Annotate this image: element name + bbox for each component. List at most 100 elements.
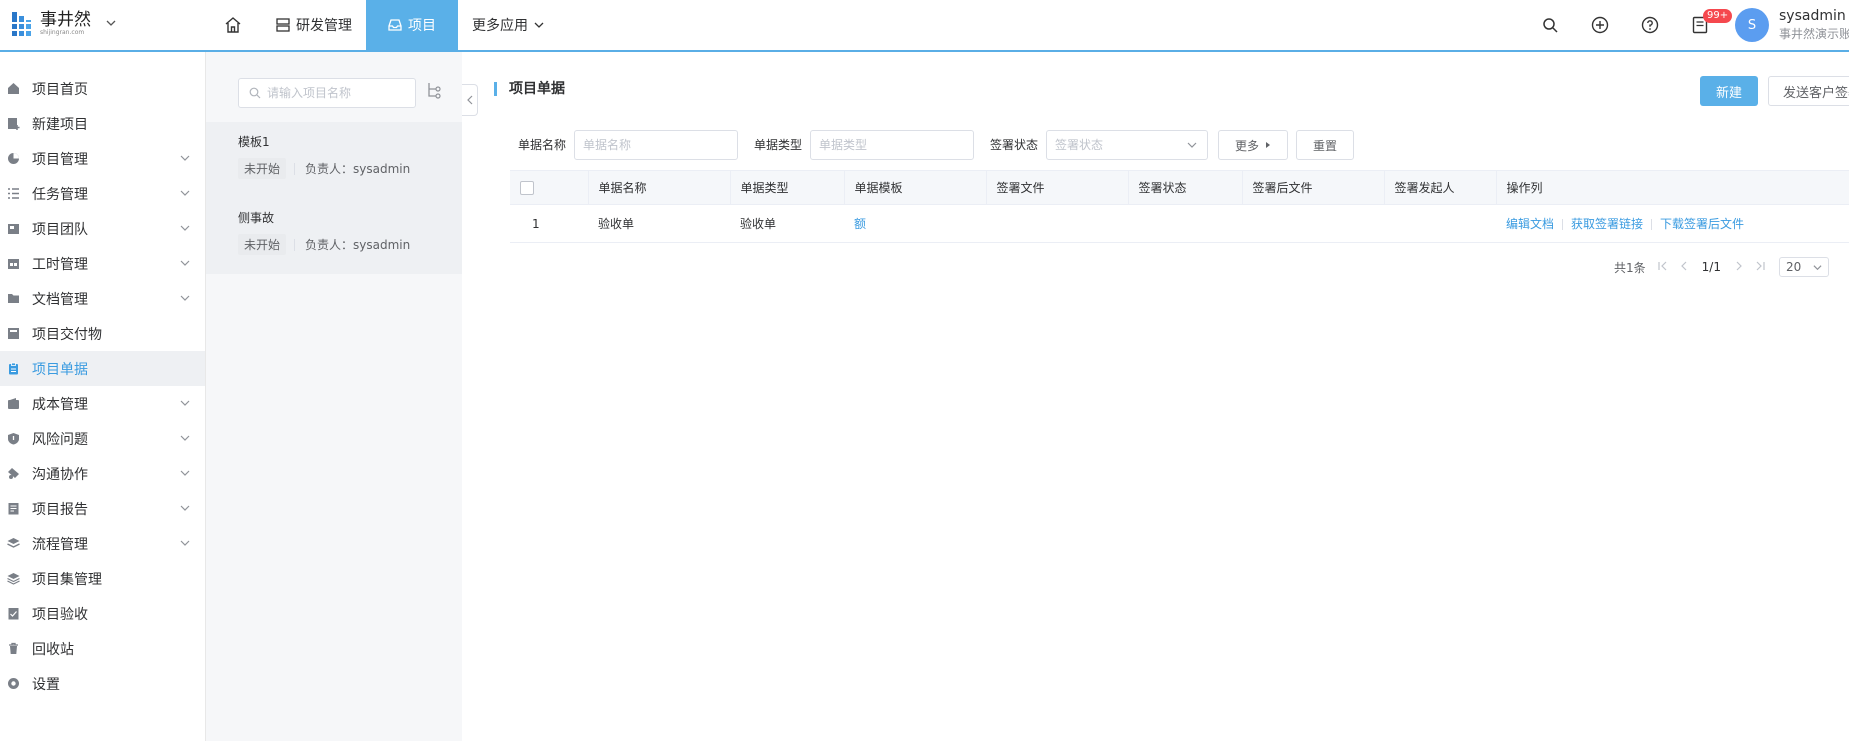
- filter-status-placeholder: 签署状态: [1055, 138, 1104, 152]
- notifications-button[interactable]: 99+: [1675, 0, 1733, 50]
- sidebar-item-label: 项目验收: [32, 606, 88, 623]
- filter-name-input[interactable]: [574, 130, 738, 160]
- help-button[interactable]: [1625, 0, 1675, 50]
- sidebar-item-label: 项目管理: [32, 151, 88, 168]
- user-menu[interactable]: sysadmin 事井然演示账户: [1779, 7, 1849, 43]
- sidebar-item-task-management[interactable]: 任务管理: [0, 176, 205, 211]
- chevron-down-icon: [180, 260, 190, 266]
- sidebar-item-acceptance[interactable]: 项目验收: [0, 596, 205, 631]
- nav-rd-label: 研发管理: [296, 18, 352, 34]
- more-filters-button[interactable]: 更多: [1218, 130, 1288, 160]
- sidebar-item-deliverables[interactable]: 项目交付物: [0, 316, 205, 351]
- nav-rd-management[interactable]: 研发管理: [262, 0, 366, 50]
- prev-page-icon[interactable]: [1680, 260, 1688, 274]
- next-page-icon[interactable]: [1735, 260, 1743, 274]
- sidebar-item-timesheet[interactable]: 工时管理: [0, 246, 205, 281]
- chevron-down-icon: [180, 225, 190, 231]
- chevron-down-icon[interactable]: [105, 17, 117, 32]
- inbox-icon: [388, 19, 402, 31]
- sidebar-item-communication[interactable]: 沟通协作: [0, 456, 205, 491]
- nav-project-label: 项目: [408, 18, 436, 34]
- sidebar-item-project-home[interactable]: 项目首页: [0, 71, 205, 106]
- brand-sub: shijingran.com: [40, 29, 85, 36]
- select-all-checkbox[interactable]: [520, 180, 534, 195]
- sidebar: 项目首页 新建项目 项目管理 任务管理 项目团队 工时管理 文档管理 项目交付物…: [0, 52, 206, 741]
- page-size-select[interactable]: 20: [1778, 257, 1829, 277]
- sidebar-item-project-team[interactable]: 项目团队: [0, 211, 205, 246]
- project-owner: 负责人：sysadmin: [305, 162, 411, 176]
- search-button[interactable]: [1525, 0, 1575, 50]
- folder-icon: [6, 292, 20, 306]
- nav-project[interactable]: 项目: [366, 0, 458, 50]
- status-badge: 未开始: [238, 158, 287, 179]
- new-button[interactable]: 新建: [1700, 76, 1758, 106]
- column-header[interactable]: 签署状态: [1128, 170, 1243, 205]
- column-header[interactable]: 签署文件: [986, 170, 1129, 205]
- sidebar-item-project-report[interactable]: 项目报告: [0, 491, 205, 526]
- nav-more-apps[interactable]: 更多应用: [458, 0, 558, 50]
- send-customer-sign-button[interactable]: 发送客户签署: [1768, 76, 1849, 106]
- sidebar-item-program-management[interactable]: 项目集管理: [0, 561, 205, 596]
- project-card[interactable]: 模板1 未开始 负责人：sysadmin: [206, 122, 462, 198]
- first-page-icon[interactable]: [1658, 260, 1668, 274]
- reset-button[interactable]: 重置: [1296, 130, 1354, 160]
- sidebar-item-risk-issues[interactable]: 风险问题: [0, 421, 205, 456]
- add-button[interactable]: [1575, 0, 1625, 50]
- column-header[interactable]: 单据名称: [588, 170, 731, 205]
- handshake-icon: [6, 467, 20, 481]
- check-doc-icon: [6, 607, 20, 621]
- last-page-icon[interactable]: [1755, 260, 1765, 274]
- filter-status-select[interactable]: 签署状态: [1046, 130, 1208, 160]
- home-icon: [225, 17, 241, 33]
- brand-logo[interactable]: 事井然 shijingran.com: [12, 10, 117, 38]
- home-icon: [6, 82, 20, 96]
- collapse-panel-button[interactable]: [462, 84, 478, 116]
- edit-document-link[interactable]: 编辑文档: [1506, 217, 1554, 231]
- sidebar-item-label: 新建项目: [32, 116, 88, 133]
- sidebar-item-label: 沟通协作: [32, 466, 88, 483]
- column-header[interactable]: 单据模板: [844, 170, 987, 205]
- tree-view-button[interactable]: [426, 82, 442, 104]
- pagination: 共1条 1/1 20: [1614, 256, 1829, 278]
- project-search-input[interactable]: [267, 86, 407, 100]
- help-icon: [1641, 16, 1659, 34]
- sidebar-item-document-management[interactable]: 文档管理: [0, 281, 205, 316]
- sidebar-item-label: 项目首页: [32, 81, 88, 98]
- table-header-row: 单据名称 单据类型 单据模板 签署文件 签署状态 签署后文件 签署发起人 操作列: [510, 170, 1849, 205]
- server-icon: [276, 18, 290, 32]
- sidebar-item-recycle-bin[interactable]: 回收站: [0, 631, 205, 666]
- filter-status-label: 签署状态: [990, 138, 1039, 152]
- sidebar-item-label: 项目交付物: [32, 326, 102, 343]
- sidebar-item-label: 成本管理: [32, 396, 88, 413]
- sidebar-item-label: 回收站: [32, 641, 74, 658]
- sidebar-item-label: 任务管理: [32, 186, 88, 203]
- sidebar-item-cost-management[interactable]: 成本管理: [0, 386, 205, 421]
- table-row[interactable]: 1 验收单 验收单 额 编辑文档 获取签署链接 下载签署后文件: [510, 204, 1849, 243]
- filter-type-input[interactable]: [810, 130, 974, 160]
- user-name: sysadmin: [1779, 8, 1846, 24]
- avatar[interactable]: S: [1735, 8, 1769, 42]
- column-header[interactable]: 单据类型: [730, 170, 845, 205]
- sidebar-item-label: 流程管理: [32, 536, 88, 553]
- sidebar-item-project-management[interactable]: 项目管理: [0, 141, 205, 176]
- nav-home[interactable]: [210, 0, 262, 50]
- column-header[interactable]: 操作列: [1496, 170, 1849, 205]
- brand-name: 事井然: [40, 10, 91, 30]
- select-all-cell[interactable]: [510, 170, 589, 205]
- get-sign-link[interactable]: 获取签署链接: [1571, 217, 1643, 231]
- column-header[interactable]: 签署后文件: [1242, 170, 1385, 205]
- sidebar-item-settings[interactable]: 设置: [0, 666, 205, 701]
- sidebar-item-new-project[interactable]: 新建项目: [0, 106, 205, 141]
- template-link[interactable]: 额: [854, 217, 866, 231]
- download-signed-file-link[interactable]: 下载签署后文件: [1660, 217, 1744, 231]
- sidebar-item-workflow[interactable]: 流程管理: [0, 526, 205, 561]
- column-header[interactable]: 签署发起人: [1384, 170, 1497, 205]
- filter-type-label: 单据类型: [754, 138, 803, 152]
- status-badge: 未开始: [238, 234, 287, 255]
- search-icon: [1543, 18, 1558, 33]
- project-card[interactable]: 侧事故 未开始 负责人：sysadmin: [206, 198, 462, 274]
- sidebar-item-project-documents[interactable]: 项目单据: [0, 351, 205, 386]
- project-search[interactable]: [238, 78, 416, 108]
- pager-current: 1/1: [1701, 260, 1721, 274]
- sidebar-item-label: 风险问题: [32, 431, 88, 448]
